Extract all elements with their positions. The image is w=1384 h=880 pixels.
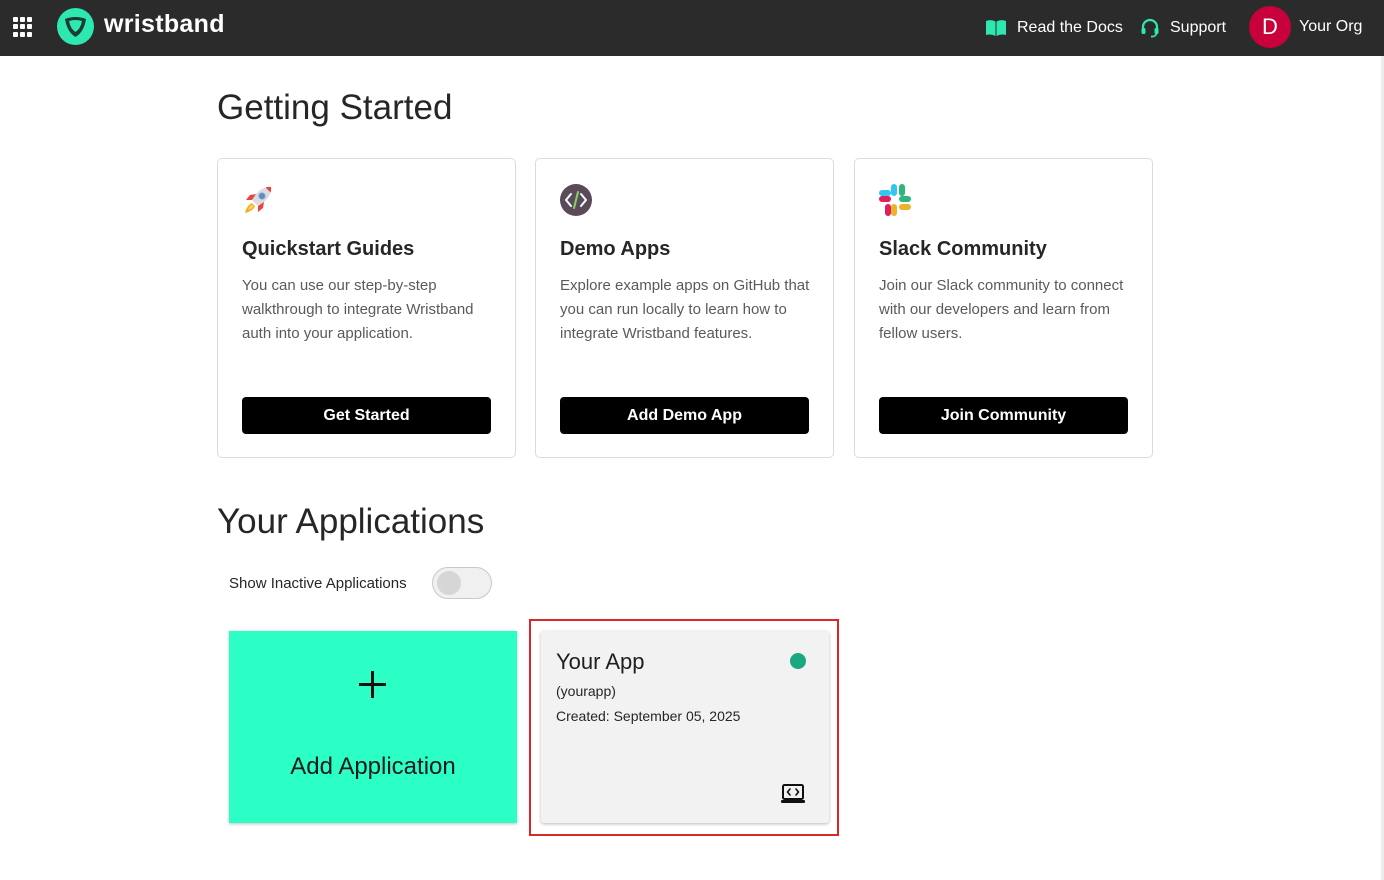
avatar: D [1249, 6, 1291, 48]
show-inactive-label: Show Inactive Applications [229, 575, 407, 592]
book-icon [986, 20, 1006, 36]
read-the-docs-link[interactable]: Read the Docs [985, 16, 1123, 40]
your-applications-heading: Your Applications [217, 502, 485, 541]
code-icon [560, 184, 592, 216]
app-name: Your App [556, 649, 645, 674]
join-community-button[interactable]: Join Community [879, 397, 1128, 434]
laptop-code-icon[interactable] [780, 783, 806, 805]
app-created-date: Created: September 05, 2025 [556, 708, 741, 724]
application-card[interactable]: Your App (yourapp) Created: September 05… [541, 631, 829, 823]
wristband-logo-icon[interactable] [57, 8, 94, 45]
support-link[interactable]: Support [1140, 16, 1226, 40]
card-description: Explore example apps on GitHub that you … [560, 277, 810, 342]
slack-icon [879, 184, 911, 216]
app-slug: (yourapp) [556, 683, 616, 699]
card-title: Demo Apps [560, 238, 671, 260]
card-description: Join our Slack community to connect with… [879, 277, 1124, 342]
brand-name[interactable]: wristband [104, 10, 225, 39]
read-the-docs-label: Read the Docs [1017, 19, 1123, 36]
add-demo-app-button[interactable]: Add Demo App [560, 397, 809, 434]
get-started-button[interactable]: Get Started [242, 397, 491, 434]
show-inactive-toggle[interactable] [432, 567, 492, 599]
card-title: Slack Community [879, 238, 1047, 260]
demo-apps-card: Demo Apps Explore example apps on GitHub… [535, 158, 834, 458]
status-indicator [790, 653, 806, 669]
top-navigation-bar: wristband Read the Docs Support D Your O… [0, 0, 1384, 56]
rocket-icon [245, 186, 272, 213]
toggle-knob [437, 571, 461, 595]
getting-started-heading: Getting Started [217, 88, 453, 127]
apps-grid-icon[interactable] [13, 17, 33, 37]
org-menu[interactable]: D Your Org [1249, 6, 1362, 48]
quickstart-card: Quickstart Guides You can use our step-b… [217, 158, 516, 458]
card-description: You can use our step-by-step walkthrough… [242, 277, 474, 342]
headset-icon [1141, 18, 1159, 38]
add-application-label: Add Application [290, 753, 456, 780]
plus-icon [359, 671, 386, 698]
add-application-tile[interactable]: Add Application [229, 631, 517, 823]
org-name: Your Org [1299, 18, 1363, 35]
support-label: Support [1170, 19, 1227, 36]
slack-community-card: Slack Community Join our Slack community… [854, 158, 1153, 458]
card-title: Quickstart Guides [242, 238, 415, 260]
